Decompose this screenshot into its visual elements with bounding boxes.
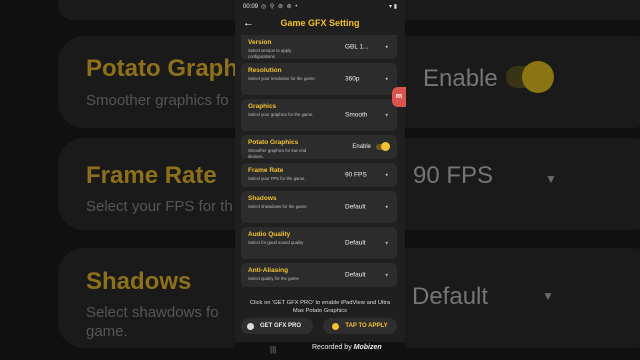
setting-value[interactable]: Smooth <box>345 112 367 119</box>
setting-subtitle: Select your FPS for the game. <box>248 176 306 181</box>
potato-graphics-toggle[interactable] <box>376 142 390 151</box>
pro-info-text: Click on 'GET GFX PRO' to enable iPadVie… <box>249 300 391 314</box>
setting-value[interactable]: Default <box>345 240 366 247</box>
setting-card[interactable]: Potato Graphics Smoother graphics for low… <box>241 135 397 159</box>
setting-card[interactable]: Audio Quality Select for good sound quali… <box>241 227 397 259</box>
setting-subtitle: Select for good sound quality <box>248 240 304 245</box>
recorder-brand: Mobizen <box>353 344 382 351</box>
app-bar: ← Game GFX Setting <box>235 13 405 33</box>
recorder-watermark: Recorded by Mobizen <box>312 344 382 351</box>
setting-card[interactable]: Anti-Aliasing Select quality for the game… <box>241 263 397 287</box>
setting-value[interactable]: GBL 1... <box>345 44 369 51</box>
setting-subtitle: Smoother graphics for low end devices. <box>248 148 307 159</box>
setting-title: Audio Quality <box>248 231 291 238</box>
setting-title: Resolution <box>248 67 282 74</box>
recorder-prefix: Recorded by <box>312 344 352 351</box>
setting-card[interactable]: Shadows Select shawdows for the game. Defa… <box>241 191 397 223</box>
setting-title: Shadows <box>248 195 277 202</box>
tap-to-apply-label: TAP TO APPLY <box>345 323 388 329</box>
setting-title: Frame Rate <box>248 167 284 174</box>
action-buttons: GET GFX PRO TAP TO APPLY <box>241 318 397 334</box>
dropdown-caret-icon[interactable]: ▼ <box>385 77 389 82</box>
dropdown-caret-icon[interactable]: ▼ <box>385 45 389 50</box>
setting-card[interactable]: Resolution Select your resolution for the… <box>241 63 397 95</box>
status-bar: 00:09 ◎ ⚲ ⊚ ⊚ • ▾ ▮ <box>235 0 405 13</box>
setting-card[interactable]: Version Select version to apply configura… <box>241 35 397 59</box>
get-gfx-pro-label: GET GFX PRO <box>260 323 302 329</box>
toggle-knob <box>381 142 390 151</box>
tap-to-apply-button[interactable]: TAP TO APPLY <box>323 318 397 334</box>
setting-card[interactable]: Graphics Select your graphics for the gam… <box>241 99 397 131</box>
toggle-label: Enable <box>352 144 371 150</box>
setting-title: Graphics <box>248 103 277 110</box>
pro-icon <box>247 322 254 330</box>
setting-subtitle: Select version to apply configurations <box>248 48 292 59</box>
setting-value[interactable]: Default <box>345 204 366 211</box>
dropdown-caret-icon[interactable]: ▼ <box>385 205 389 210</box>
recorder-badge-icon[interactable]: m <box>392 87 406 107</box>
setting-subtitle: Select shawdows for the game. <box>248 204 308 209</box>
phone-screen: 00:09 ◎ ⚲ ⊚ ⊚ • ▾ ▮ ← Game GFX Setting V… <box>235 0 405 360</box>
dropdown-caret-icon[interactable]: ▼ <box>385 241 389 246</box>
setting-subtitle: Select quality for the game <box>248 276 299 281</box>
status-icons: ◎ ⚲ ⊚ ⊚ • <box>261 4 299 10</box>
apply-icon <box>332 322 340 330</box>
setting-title: Anti-Aliasing <box>248 267 289 274</box>
dropdown-caret-icon[interactable]: ▼ <box>385 173 389 178</box>
dropdown-caret-icon[interactable]: ▼ <box>385 113 389 118</box>
settings-list: Version Select version to apply configura… <box>241 35 397 291</box>
recents-button[interactable]: ||| <box>270 345 276 354</box>
setting-value[interactable]: 90 FPS <box>345 172 367 179</box>
setting-value[interactable]: Default <box>345 272 366 279</box>
dropdown-caret-icon[interactable]: ▼ <box>385 273 389 278</box>
setting-value[interactable]: 360p <box>345 76 359 83</box>
toggle-group: Enable <box>352 142 390 151</box>
status-time: 00:09 <box>243 3 259 10</box>
get-gfx-pro-button[interactable]: GET GFX PRO <box>241 318 313 334</box>
page-title: Game GFX Setting <box>280 18 360 28</box>
setting-subtitle: Select your graphics for the game. <box>248 112 314 117</box>
status-right-icons: ▾ ▮ <box>389 4 397 10</box>
setting-card[interactable]: Frame Rate Select your FPS for the game. 9… <box>241 163 397 187</box>
setting-subtitle: Select your resolution for the game. <box>248 76 316 81</box>
